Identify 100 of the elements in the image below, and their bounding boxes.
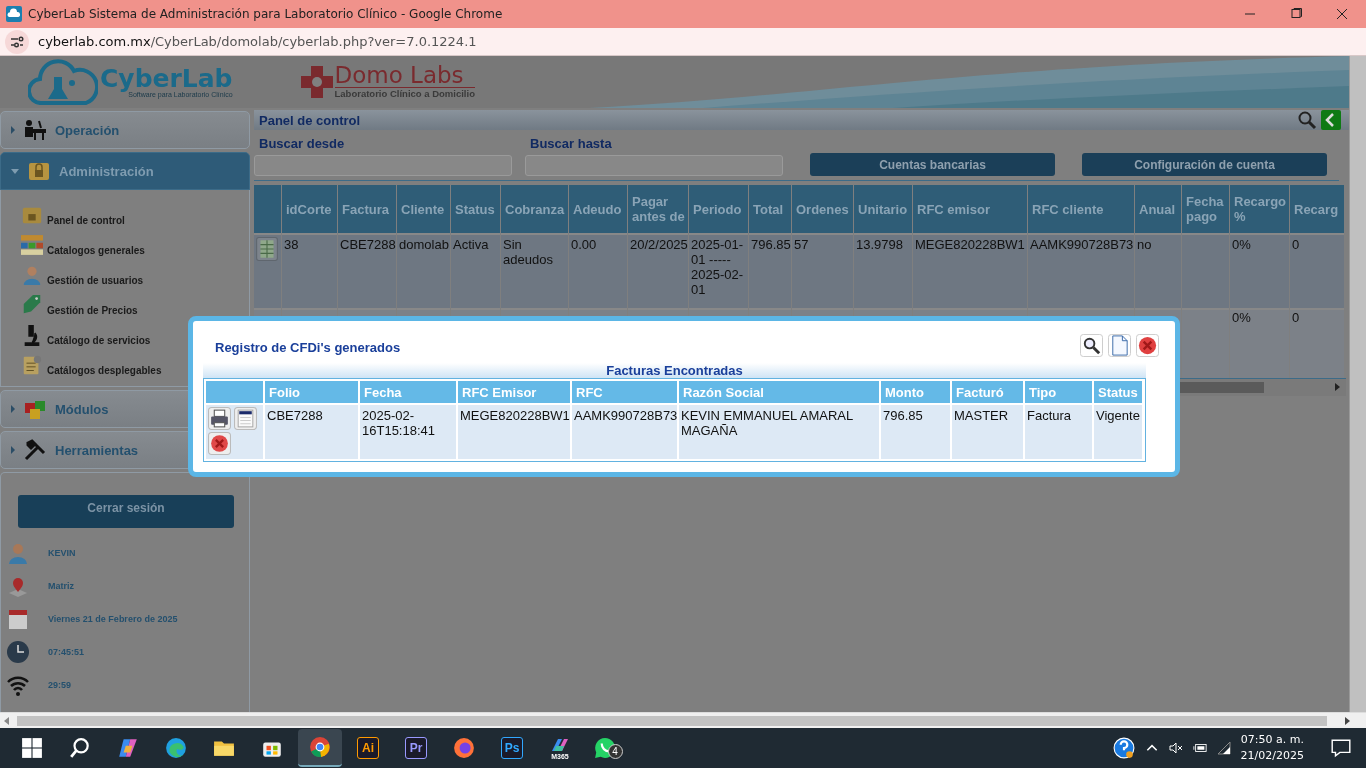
table-cell: no xyxy=(1135,235,1181,310)
action-button[interactable]: Cuentas bancarias xyxy=(810,153,1055,176)
table-cell: Vigente xyxy=(1094,405,1142,459)
info-text: Viernes 21 de Febrero de 2025 xyxy=(48,614,178,624)
user-icon xyxy=(6,541,30,565)
help-icon[interactable] xyxy=(1112,737,1135,759)
column-header: RFC cliente xyxy=(1028,185,1134,235)
calendar-icon xyxy=(6,607,30,631)
field-label: Buscar desde xyxy=(258,136,346,151)
date-to-field[interactable] xyxy=(525,155,783,176)
column-header: Status xyxy=(1094,381,1142,403)
sidebar-item[interactable]: Gestión de Precios xyxy=(21,292,249,316)
user-icon xyxy=(21,264,43,286)
brand-name: CyberLab xyxy=(100,66,233,91)
table-cell: Activa xyxy=(451,235,500,310)
column-header: Unitario xyxy=(854,185,912,235)
column-header: Monto xyxy=(881,381,950,403)
info-text: Matriz xyxy=(48,581,74,591)
taskbar-app[interactable]: 4 xyxy=(586,729,630,767)
column-header: RFC emisor xyxy=(913,185,1027,235)
search-icon xyxy=(69,737,91,759)
search-icon[interactable] xyxy=(1297,110,1317,130)
sidebar-item[interactable]: Gestión de usuarios xyxy=(21,262,249,286)
column-header: Ordenes xyxy=(792,185,853,235)
delete-icon[interactable] xyxy=(208,432,231,455)
column-header: Fecha xyxy=(360,381,456,403)
muted-speaker-icon[interactable] xyxy=(1168,741,1183,755)
table-cell: MASTER xyxy=(952,405,1023,459)
taskbar-app[interactable]: Pr xyxy=(394,729,438,767)
column-header: Total xyxy=(749,185,791,235)
table-cell: domolab xyxy=(397,235,450,310)
info-text: 07:45:51 xyxy=(48,647,85,657)
sidebar-section[interactable]: Operación xyxy=(0,111,250,149)
column-header: Pagar antes de xyxy=(628,185,688,235)
address-field[interactable]: cyberlab.com.mx/CyberLab/domolab/cyberlab.php?ver=7.0.1224.1 xyxy=(38,34,477,49)
table-cell: Factura xyxy=(1025,405,1092,459)
cloud-flask-icon xyxy=(28,59,98,105)
close-icon[interactable] xyxy=(1336,8,1348,20)
table-cell: KEVIN EMMANUEL AMARAL MAGAÑA xyxy=(679,405,879,459)
maximize-icon[interactable] xyxy=(1290,8,1302,20)
person-desk-icon xyxy=(23,118,47,142)
sidebar-section[interactable]: Administración xyxy=(0,152,250,190)
taskbar-app[interactable]: Ps xyxy=(490,729,534,767)
column-header: Cliente xyxy=(397,185,450,235)
txt-file-icon[interactable] xyxy=(234,407,257,430)
table-cell: MEGE820228BW1 xyxy=(458,405,570,459)
firefox-icon xyxy=(453,737,475,759)
list-gear-icon xyxy=(21,354,43,376)
battery-icon[interactable] xyxy=(1192,741,1207,755)
back-button-icon[interactable] xyxy=(1321,110,1341,130)
column-header: Status xyxy=(451,185,500,235)
sidebar-item[interactable]: Panel de control xyxy=(21,202,249,226)
taskbar-app[interactable]: Ai xyxy=(346,729,390,767)
client-name: Domo Labs xyxy=(334,64,465,87)
info-text: KEVIN xyxy=(48,548,76,558)
site-settings-icon[interactable] xyxy=(5,29,29,54)
document-icon[interactable] xyxy=(1108,333,1131,357)
sidebar-item[interactable]: Catalogos generales xyxy=(21,232,249,256)
column-header: idCorte xyxy=(282,185,337,235)
scrollbar[interactable] xyxy=(1349,56,1366,712)
table-cell: 20/2/2025 xyxy=(628,235,688,310)
column-header: Facturó xyxy=(952,381,1023,403)
column-header: Razón Social xyxy=(679,381,879,403)
action-button[interactable]: Configuración de cuenta xyxy=(1082,153,1327,176)
window-title: CyberLab Sistema de Administración para Laboratorio Clínico - Google Chrome xyxy=(28,7,504,21)
edge-icon xyxy=(165,737,187,759)
info-text: 29:59 xyxy=(48,680,72,690)
app-tile-icon: Pr xyxy=(405,737,427,759)
cloud-icon xyxy=(6,6,22,22)
app-tile-icon: Ai xyxy=(357,737,379,759)
printer-icon[interactable] xyxy=(208,407,231,430)
date-from-field[interactable] xyxy=(254,155,512,176)
m365-icon xyxy=(549,736,571,753)
table-cell: CBE7288 xyxy=(338,235,396,310)
table-cell: 57 xyxy=(792,235,853,310)
copilot-icon xyxy=(117,737,139,759)
column-header: Fecha pago xyxy=(1182,185,1229,235)
taskbar-clock[interactable]: 07:50 a. m. 21/02/2025 xyxy=(1240,732,1304,764)
column-header: Factura xyxy=(338,185,396,235)
table-cell: 13.9798 xyxy=(854,235,912,310)
column-header: Cobranza xyxy=(501,185,568,235)
table-cell: 0% xyxy=(1230,235,1289,310)
chrome-icon xyxy=(309,736,331,758)
column-header: RFC Emisor xyxy=(458,381,570,403)
table-cell: 38 xyxy=(282,235,337,310)
table-cell: 796.85 xyxy=(881,405,950,459)
table-cell: AAMK990728B73 xyxy=(1028,235,1134,310)
table-cell: 0 xyxy=(1290,235,1344,310)
table-cell: 2025-01-01 ----- 2025-02-01 xyxy=(689,235,748,310)
search-icon[interactable] xyxy=(1080,333,1103,357)
column-header: Periodo xyxy=(689,185,748,235)
table-cell: 0.00 xyxy=(569,235,627,310)
price-tag-icon xyxy=(21,294,43,316)
logout-button[interactable]: Cerrar sesión xyxy=(18,495,234,528)
tools-icon xyxy=(23,438,47,462)
table-cell: MEGE820228BW1 xyxy=(913,235,1027,310)
medical-cross-icon xyxy=(298,64,335,100)
table-cell: AAMK990728B73 xyxy=(572,405,677,459)
panel-title: Panel de control xyxy=(259,112,362,128)
notifications-icon[interactable] xyxy=(1330,737,1352,759)
